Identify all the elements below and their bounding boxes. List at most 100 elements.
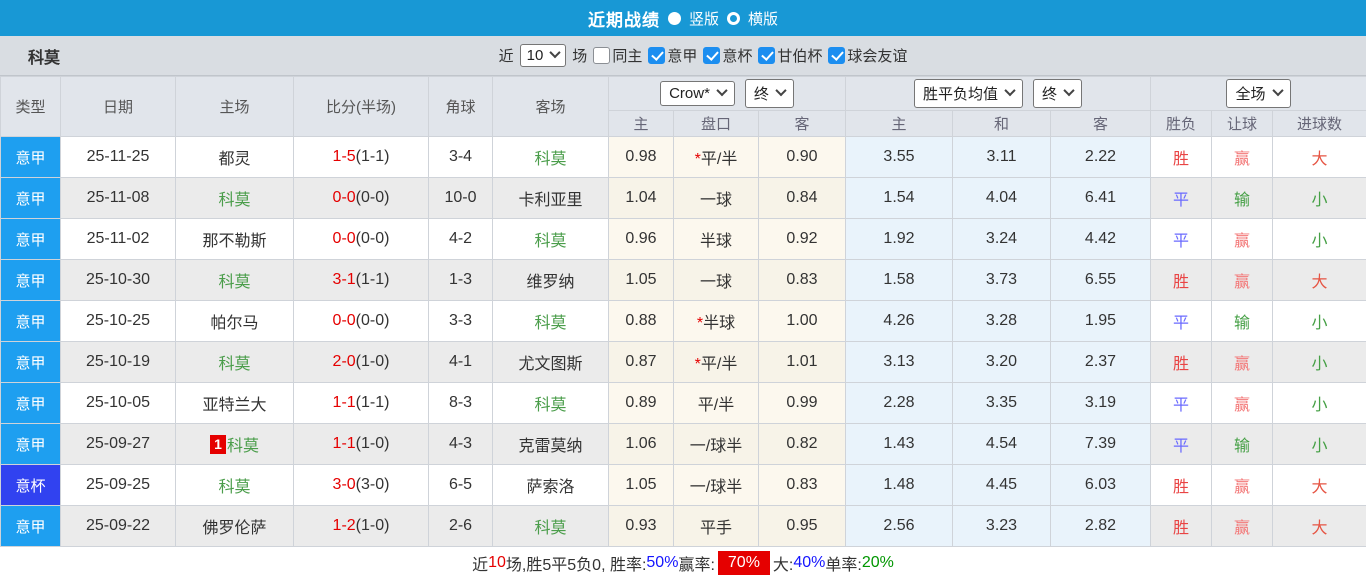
cell-handicap: 半球	[674, 219, 759, 260]
title-bar: 近期战绩 竖版 横版	[0, 0, 1366, 36]
match-row: 意甲25-10-19科莫2-0(1-0)4-1尤文图斯0.87*平/半1.013…	[1, 342, 1366, 383]
cell-home-team: 1科莫	[176, 424, 294, 465]
cell-asian-away-odds: 0.83	[759, 465, 846, 506]
cell-europe-draw-odds: 3.35	[953, 383, 1051, 424]
layout-radio-vertical-label[interactable]: 竖版	[689, 8, 719, 29]
checkbox-label[interactable]: 球会友谊	[847, 45, 907, 66]
col-header-home: 主场	[176, 77, 294, 137]
col-header-away: 客场	[493, 77, 609, 137]
full-time-score: 3-1	[333, 271, 356, 288]
full-time-score: 1-2	[333, 517, 356, 534]
half-time-score: (0-0)	[356, 230, 390, 247]
cell-europe-home-odds: 2.28	[846, 383, 953, 424]
cell-handicap-result: 输	[1212, 301, 1273, 342]
summary-segment: 近	[472, 551, 488, 575]
checkbox-club-friendly[interactable]: 球会友谊	[828, 45, 907, 66]
cell-asian-home-odds: 0.89	[609, 383, 674, 424]
europe-time-select[interactable]: 终	[1033, 79, 1082, 108]
checkbox-icon[interactable]	[828, 47, 845, 64]
half-time-score: (1-0)	[356, 353, 390, 370]
cell-asian-home-odds: 1.04	[609, 178, 674, 219]
cell-europe-home-odds: 1.48	[846, 465, 953, 506]
asian-time-select[interactable]: 终	[745, 79, 794, 108]
cell-europe-draw-odds: 3.23	[953, 506, 1051, 547]
subcol-europe-home: 主	[846, 111, 953, 137]
checkbox-label[interactable]: 意杯	[722, 45, 752, 66]
away-team-name: 萨索洛	[526, 479, 574, 496]
cell-corners: 4-2	[429, 219, 493, 260]
cell-europe-draw-odds: 3.11	[953, 137, 1051, 178]
checkbox-same-venue[interactable]: 同主	[593, 45, 642, 66]
checkbox-icon[interactable]	[593, 47, 610, 64]
checkbox-label[interactable]: 同主	[612, 45, 642, 66]
summary-segment: 50%	[646, 554, 678, 572]
home-team-name: 那不勒斯	[202, 233, 266, 250]
europe-odds-type-select[interactable]: 胜平负均值	[914, 79, 1023, 108]
cell-score: 3-1(1-1)	[294, 260, 429, 301]
subcol-europe-draw: 和	[953, 111, 1051, 137]
bookmaker-select[interactable]: Crow*	[660, 81, 735, 106]
checkbox-label[interactable]: 甘伯杯	[777, 45, 822, 66]
cell-competition: 意甲	[1, 301, 61, 342]
cell-asian-home-odds: 0.93	[609, 506, 674, 547]
cell-asian-away-odds: 0.82	[759, 424, 846, 465]
full-time-score: 0-0	[333, 189, 356, 206]
cell-score: 0-0(0-0)	[294, 178, 429, 219]
subcol-handicap-result: 让球	[1212, 111, 1273, 137]
cell-goals-result: 大	[1273, 465, 1366, 506]
checkbox-coppa-italia[interactable]: 意杯	[703, 45, 752, 66]
cell-competition: 意甲	[1, 260, 61, 301]
cell-asian-home-odds: 0.98	[609, 137, 674, 178]
cell-outcome: 胜	[1151, 465, 1212, 506]
handicap-text: 半球	[703, 315, 735, 332]
match-count-value: 10	[527, 47, 544, 64]
chevron-down-icon	[716, 85, 727, 96]
col-header-corners: 角球	[429, 77, 493, 137]
cell-away-team: 科莫	[493, 301, 609, 342]
home-team-name: 佛罗伦萨	[202, 520, 266, 537]
cell-asian-home-odds: 1.05	[609, 465, 674, 506]
chevron-down-icon	[1004, 85, 1015, 96]
cell-europe-draw-odds: 4.45	[953, 465, 1051, 506]
cell-date: 25-11-25	[61, 137, 176, 178]
subcol-asian-home: 主	[609, 111, 674, 137]
cell-europe-away-odds: 6.55	[1051, 260, 1151, 301]
home-team-name: 科莫	[218, 274, 250, 291]
cell-europe-home-odds: 3.55	[846, 137, 953, 178]
cell-home-team: 科莫	[176, 178, 294, 219]
layout-radio-vertical[interactable]	[668, 12, 681, 25]
layout-radio-horizontal-label[interactable]: 横版	[748, 8, 778, 29]
cell-handicap-result: 输	[1212, 178, 1273, 219]
checkbox-icon[interactable]	[648, 47, 665, 64]
full-time-score: 1-1	[333, 435, 356, 452]
cell-home-team: 帕尔马	[176, 301, 294, 342]
filters-group: 近 10 场 同主 意甲 意杯 甘伯杯	[499, 44, 908, 67]
match-row: 意甲25-11-08科莫0-0(0-0)10-0卡利亚里1.04一球0.841.…	[1, 178, 1366, 219]
cell-away-team: 萨索洛	[493, 465, 609, 506]
cell-date: 25-10-30	[61, 260, 176, 301]
cell-europe-draw-odds: 4.04	[953, 178, 1051, 219]
checkbox-serie-a[interactable]: 意甲	[648, 45, 697, 66]
cell-europe-home-odds: 2.56	[846, 506, 953, 547]
checkbox-gamper-cup[interactable]: 甘伯杯	[758, 45, 822, 66]
result-scope-select[interactable]: 全场	[1226, 79, 1290, 108]
layout-radio-horizontal[interactable]	[727, 12, 740, 25]
home-team-name: 都灵	[218, 151, 250, 168]
subcol-goals: 进球数	[1273, 111, 1366, 137]
cell-handicap: 一球	[674, 260, 759, 301]
result-scope-value: 全场	[1235, 83, 1265, 104]
near-label: 近	[499, 45, 514, 66]
match-count-select[interactable]: 10	[520, 44, 567, 67]
cell-competition: 意杯	[1, 465, 61, 506]
europe-time-select-value: 终	[1042, 83, 1057, 104]
cell-score: 0-0(0-0)	[294, 219, 429, 260]
checkbox-label[interactable]: 意甲	[667, 45, 697, 66]
home-team-name: 科莫	[227, 438, 259, 455]
checkbox-icon[interactable]	[758, 47, 775, 64]
cell-outcome: 胜	[1151, 137, 1212, 178]
match-row: 意杯25-09-25科莫3-0(3-0)6-5萨索洛1.05一/球半0.831.…	[1, 465, 1366, 506]
cell-competition: 意甲	[1, 424, 61, 465]
checkbox-icon[interactable]	[703, 47, 720, 64]
cell-home-team: 科莫	[176, 465, 294, 506]
cell-europe-draw-odds: 3.20	[953, 342, 1051, 383]
